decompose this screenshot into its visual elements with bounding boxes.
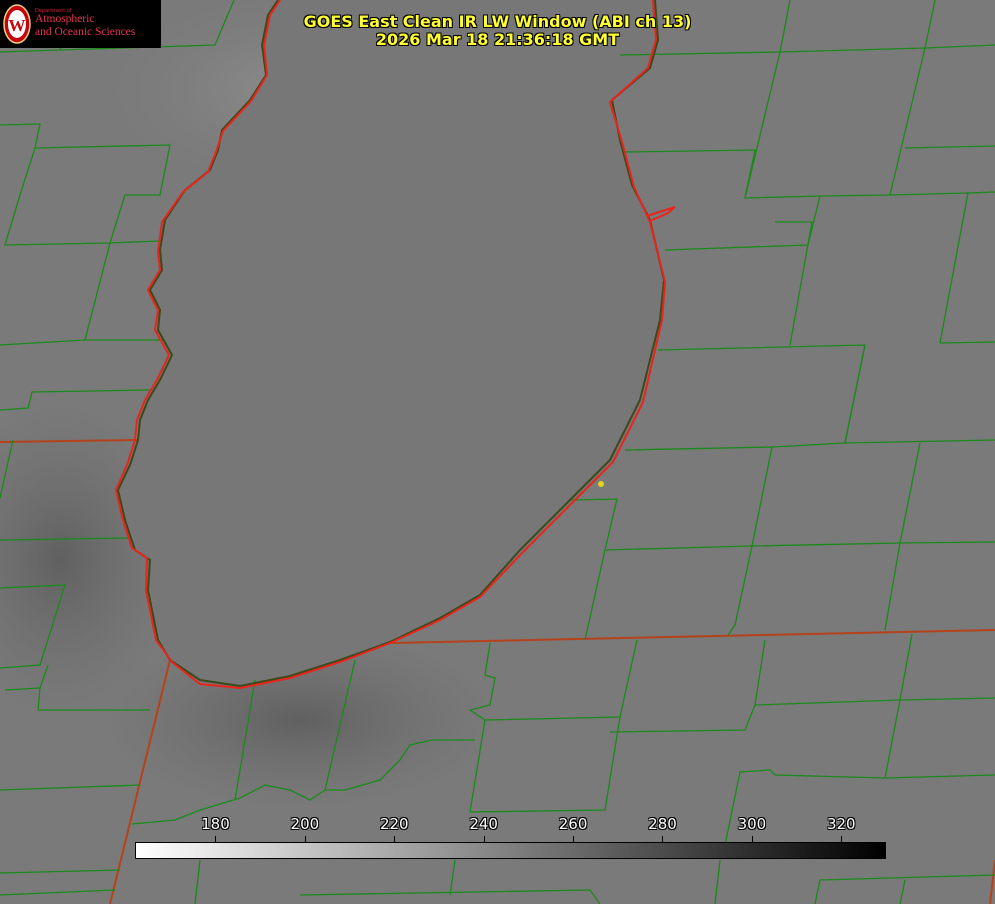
location-marker <box>598 481 604 487</box>
page-title: GOES East Clean IR LW Window (ABI ch 13) <box>303 12 692 31</box>
colorbar-tick-mark <box>841 836 843 842</box>
colorbar-tick-label: 200 <box>290 815 320 833</box>
colorbar-tick-mark <box>304 836 306 842</box>
colorbar-tick-mark <box>573 836 575 842</box>
colorbar-tick-label: 280 <box>648 815 677 833</box>
colorbar-tick-label: 240 <box>469 815 498 833</box>
satellite-map <box>0 0 995 904</box>
colorbar-tick-label: 320 <box>826 815 856 833</box>
colorbar-tick-mark <box>662 836 664 842</box>
colorbar-tick-label: 260 <box>558 815 588 833</box>
colorbar-tick-label: 220 <box>379 815 409 833</box>
colorbar <box>135 842 886 859</box>
colorbar-tick-mark <box>215 836 217 842</box>
colorbar-tick-label: 180 <box>201 815 230 833</box>
colorbar-tick-mark <box>751 836 753 842</box>
colorbar-tick-label: 300 <box>737 815 767 833</box>
colorbar-tick-mark <box>394 836 396 842</box>
timestamp: 2026 Mar 18 21:36:18 GMT <box>375 30 620 49</box>
colorbar-tick-mark <box>483 836 485 842</box>
